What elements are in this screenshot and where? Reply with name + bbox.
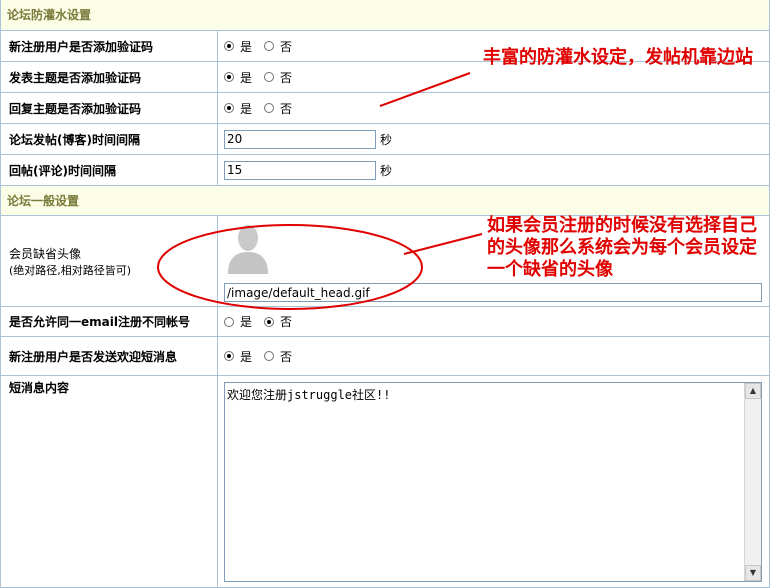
avatar-sublabel: (绝对路径,相对路径皆可) bbox=[9, 263, 132, 277]
radio-yes[interactable]: 是 bbox=[224, 348, 252, 365]
radio-yes[interactable]: 是 bbox=[224, 38, 252, 55]
scroll-down-icon[interactable]: ▼ bbox=[745, 565, 761, 581]
radio-yes[interactable]: 是 bbox=[224, 313, 252, 330]
section-title: 论坛一般设置 bbox=[7, 194, 80, 208]
section-header-general: 论坛一般设置 bbox=[1, 186, 770, 216]
row-reply-captcha: 回复主题是否添加验证码 是 否 bbox=[1, 93, 770, 124]
row-value: 秒 bbox=[218, 155, 770, 185]
row-label: 新注册用户是否发送欢迎短消息 bbox=[1, 337, 218, 375]
radio-yes[interactable]: 是 bbox=[224, 69, 252, 86]
row-post-interval: 论坛发帖(博客)时间间隔 秒 bbox=[1, 124, 770, 155]
row-value: 是 否 bbox=[218, 93, 770, 123]
row-label: 新注册用户是否添加验证码 bbox=[1, 31, 218, 61]
unit-label: 秒 bbox=[380, 132, 393, 147]
scroll-up-icon[interactable]: ▲ bbox=[745, 383, 761, 399]
row-value: 是 否 bbox=[218, 307, 770, 336]
row-value: 是 否 bbox=[218, 337, 770, 375]
row-welcome-message: 新注册用户是否发送欢迎短消息 是 否 bbox=[1, 337, 770, 376]
section-title: 论坛防灌水设置 bbox=[7, 8, 92, 22]
annotation-avatar: 如果会员注册的时候没有选择自己的头像那么系统会为每个会员设定一个缺省的头像 bbox=[487, 215, 757, 280]
row-email-duplicate: 是否允许同一email注册不同帐号 是 否 bbox=[1, 307, 770, 337]
radio-yes[interactable]: 是 bbox=[224, 100, 252, 117]
radio-no[interactable]: 否 bbox=[264, 100, 292, 117]
row-label: 回复主题是否添加验证码 bbox=[1, 93, 218, 123]
annotation-anti-flood: 丰富的防灌水设定，发帖机靠边站 bbox=[483, 47, 753, 68]
radio-no[interactable]: 否 bbox=[264, 313, 292, 330]
radio-no[interactable]: 否 bbox=[264, 348, 292, 365]
row-value: 欢迎您注册jstruggle社区!! ▲ ▼ bbox=[218, 376, 770, 587]
row-label: 短消息内容 bbox=[1, 376, 218, 587]
row-reply-interval: 回帖(评论)时间间隔 秒 bbox=[1, 155, 770, 186]
avatar-path-input[interactable] bbox=[224, 283, 762, 302]
message-text: 欢迎您注册jstruggle社区!! bbox=[227, 388, 391, 402]
textarea-scrollbar[interactable]: ▲ ▼ bbox=[744, 383, 761, 581]
avatar-label: 会员缺省头像 bbox=[9, 246, 82, 261]
radio-no[interactable]: 否 bbox=[264, 38, 292, 55]
row-label: 会员缺省头像 (绝对路径,相对路径皆可) bbox=[1, 216, 218, 306]
reply-interval-input[interactable] bbox=[224, 160, 376, 180]
post-interval-input[interactable] bbox=[224, 129, 376, 149]
row-label: 论坛发帖(博客)时间间隔 bbox=[1, 124, 218, 154]
section-header-anti-flood: 论坛防灌水设置 bbox=[1, 0, 770, 31]
message-content-textarea[interactable]: 欢迎您注册jstruggle社区!! ▲ ▼ bbox=[224, 382, 762, 582]
row-label: 是否允许同一email注册不同帐号 bbox=[1, 307, 218, 336]
default-avatar-image bbox=[226, 220, 270, 274]
row-label: 发表主题是否添加验证码 bbox=[1, 62, 218, 92]
row-value: 秒 bbox=[218, 124, 770, 154]
unit-label: 秒 bbox=[380, 163, 393, 178]
row-message-content: 短消息内容 欢迎您注册jstruggle社区!! ▲ ▼ bbox=[1, 376, 770, 588]
row-label: 回帖(评论)时间间隔 bbox=[1, 155, 218, 185]
radio-no[interactable]: 否 bbox=[264, 69, 292, 86]
settings-table: 论坛防灌水设置 新注册用户是否添加验证码 是 否 发表主题是否添加验证码 是 否… bbox=[0, 0, 770, 588]
